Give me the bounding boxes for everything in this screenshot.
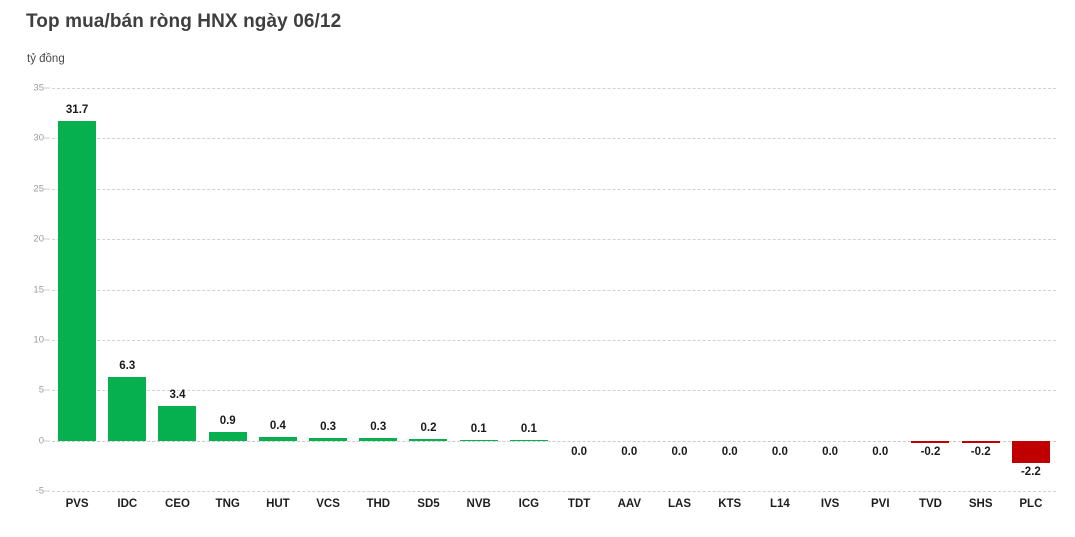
y-tick-mark [44,188,50,190]
bar-value-label: 0.1 [520,422,537,435]
bar-value-label: 0.0 [671,445,688,458]
x-tick-label: SD5 [417,498,440,510]
chart-container: Top mua/bán ròng HNX ngày 06/12 tỷ đồng … [0,0,1075,537]
x-tick-label: THD [366,498,391,510]
x-tick-label: CEO [165,498,190,510]
bar-value-label: 0.2 [420,421,437,434]
chart-title: Top mua/bán ròng HNX ngày 06/12 [26,11,342,32]
bar-value-label: 0.3 [370,420,387,433]
y-axis-ticks: 35 30 25 20 15 10 5 0 -5 [0,83,50,497]
y-tick-label: 25 [33,183,44,195]
bar-tng[interactable] [208,431,247,441]
x-tick-label: IDC [117,498,138,510]
x-tick-label: NVB [466,498,491,510]
bar-tvd[interactable] [911,440,950,443]
x-tick-label: VCS [316,498,340,510]
x-tick-label: PVS [65,498,89,510]
x-axis-categories: PVS IDC CEO TNG HUT VCS THD SD5 NVB ICG TDT AAV LAS K… [52,498,1056,522]
bar-slot[interactable]: 0.0 [855,88,905,491]
bar-slot[interactable]: 0.0 [755,88,805,491]
x-tick-label: SHS [968,498,993,510]
x-tick-label: L14 [769,498,790,510]
x-tick-label: LAS [667,498,691,510]
y-tick-mark [44,289,50,290]
y-tick-label: 30 [33,132,44,144]
plot-area: 31.7 6.3 3.4 0.9 0.4 0.3 0.3 0.2 0.1 0.1 0.0 0.0 0.0… [52,88,1056,492]
y-tick-mark [44,238,50,240]
bar-value-label: -2.2 [1020,465,1041,478]
bar-ceo[interactable] [158,406,197,441]
y-tick-label: 35 [33,82,44,94]
bar-slot[interactable]: 0.9 [203,88,253,491]
bar-sd5[interactable] [409,438,448,441]
y-tick-mark [44,87,50,89]
bar-value-label: -0.2 [920,445,941,458]
bar-slot[interactable]: 0.1 [454,88,504,491]
y-tick-label: 15 [33,284,44,295]
bar-value-label: 0.0 [721,445,738,458]
bar-slot[interactable]: 31.7 [52,88,102,491]
bar-hut[interactable] [258,436,297,441]
bar-value-label: 0.0 [571,445,588,458]
bar-value-label: -0.2 [970,445,991,458]
y-tick-mark [44,490,50,492]
y-tick-label: 20 [33,233,44,245]
bar-value-label: 0.4 [269,419,286,432]
x-tick-label: HUT [266,498,290,510]
y-tick-mark [44,440,50,442]
bar-value-label: 0.0 [771,445,788,458]
bar-slot[interactable]: 0.1 [504,88,554,491]
x-tick-label: PVI [871,498,890,510]
bar-slot[interactable]: -0.2 [905,88,955,491]
bar-pvs[interactable] [58,121,97,441]
x-tick-label: TVD [918,498,942,510]
bar-nvb[interactable] [459,439,498,441]
bar-value-label: 0.0 [822,445,839,458]
y-tick-label: 10 [33,334,44,346]
bar-slot[interactable]: 0.3 [303,88,353,491]
bar-thd[interactable] [359,437,398,441]
bar-slot[interactable]: 0.4 [253,88,303,491]
bar-value-label: 3.4 [169,389,186,402]
x-tick-label: ICG [518,498,540,510]
x-tick-label: KTS [718,498,742,510]
bar-value-label: 0.1 [470,422,487,435]
bar-slot[interactable]: 0.0 [554,88,604,491]
bar-value-label: 0.9 [219,414,236,427]
y-tick-label: -5 [35,485,44,497]
bar-value-label: 31.7 [65,104,89,117]
bar-slot[interactable]: 0.0 [604,88,654,491]
bar-slot[interactable]: 0.0 [654,88,704,491]
bar-value-label: 0.0 [872,445,889,458]
y-tick-mark [44,137,50,139]
bar-value-label: 0.0 [621,445,638,458]
y-tick-label: 5 [38,384,44,396]
bar-plc[interactable] [1011,440,1050,463]
bar-icg[interactable] [509,439,548,441]
bar-slot[interactable]: 6.3 [102,88,152,491]
y-tick-label: 0 [38,435,44,447]
bar-value-label: 6.3 [119,360,136,373]
bar-value-label: 0.3 [320,420,337,433]
x-tick-label: PLC [1019,498,1043,510]
bar-series: 31.7 6.3 3.4 0.9 0.4 0.3 0.3 0.2 0.1 0.1 0.0 0.0 0.0… [52,88,1056,491]
bar-slot[interactable]: 0.0 [705,88,755,491]
bar-slot[interactable]: -2.2 [1006,88,1056,491]
bar-idc[interactable] [108,377,147,441]
bar-slot[interactable]: 3.4 [152,88,202,491]
x-tick-label: IVS [820,498,840,510]
y-axis-unit-label: tỷ đồng [27,53,65,65]
bar-slot[interactable]: 0.2 [403,88,453,491]
bar-slot[interactable]: 0.0 [805,88,855,491]
bar-slot[interactable]: -0.2 [956,88,1006,491]
y-tick-mark [44,339,50,341]
y-tick-mark [44,389,50,391]
x-tick-label: TNG [215,498,240,510]
bar-slot[interactable]: 0.3 [353,88,403,491]
x-tick-label: TDT [567,498,591,510]
x-tick-label: AAV [617,498,641,510]
bar-vcs[interactable] [309,437,348,441]
gridline [52,491,1056,492]
bar-shs[interactable] [961,440,1000,443]
